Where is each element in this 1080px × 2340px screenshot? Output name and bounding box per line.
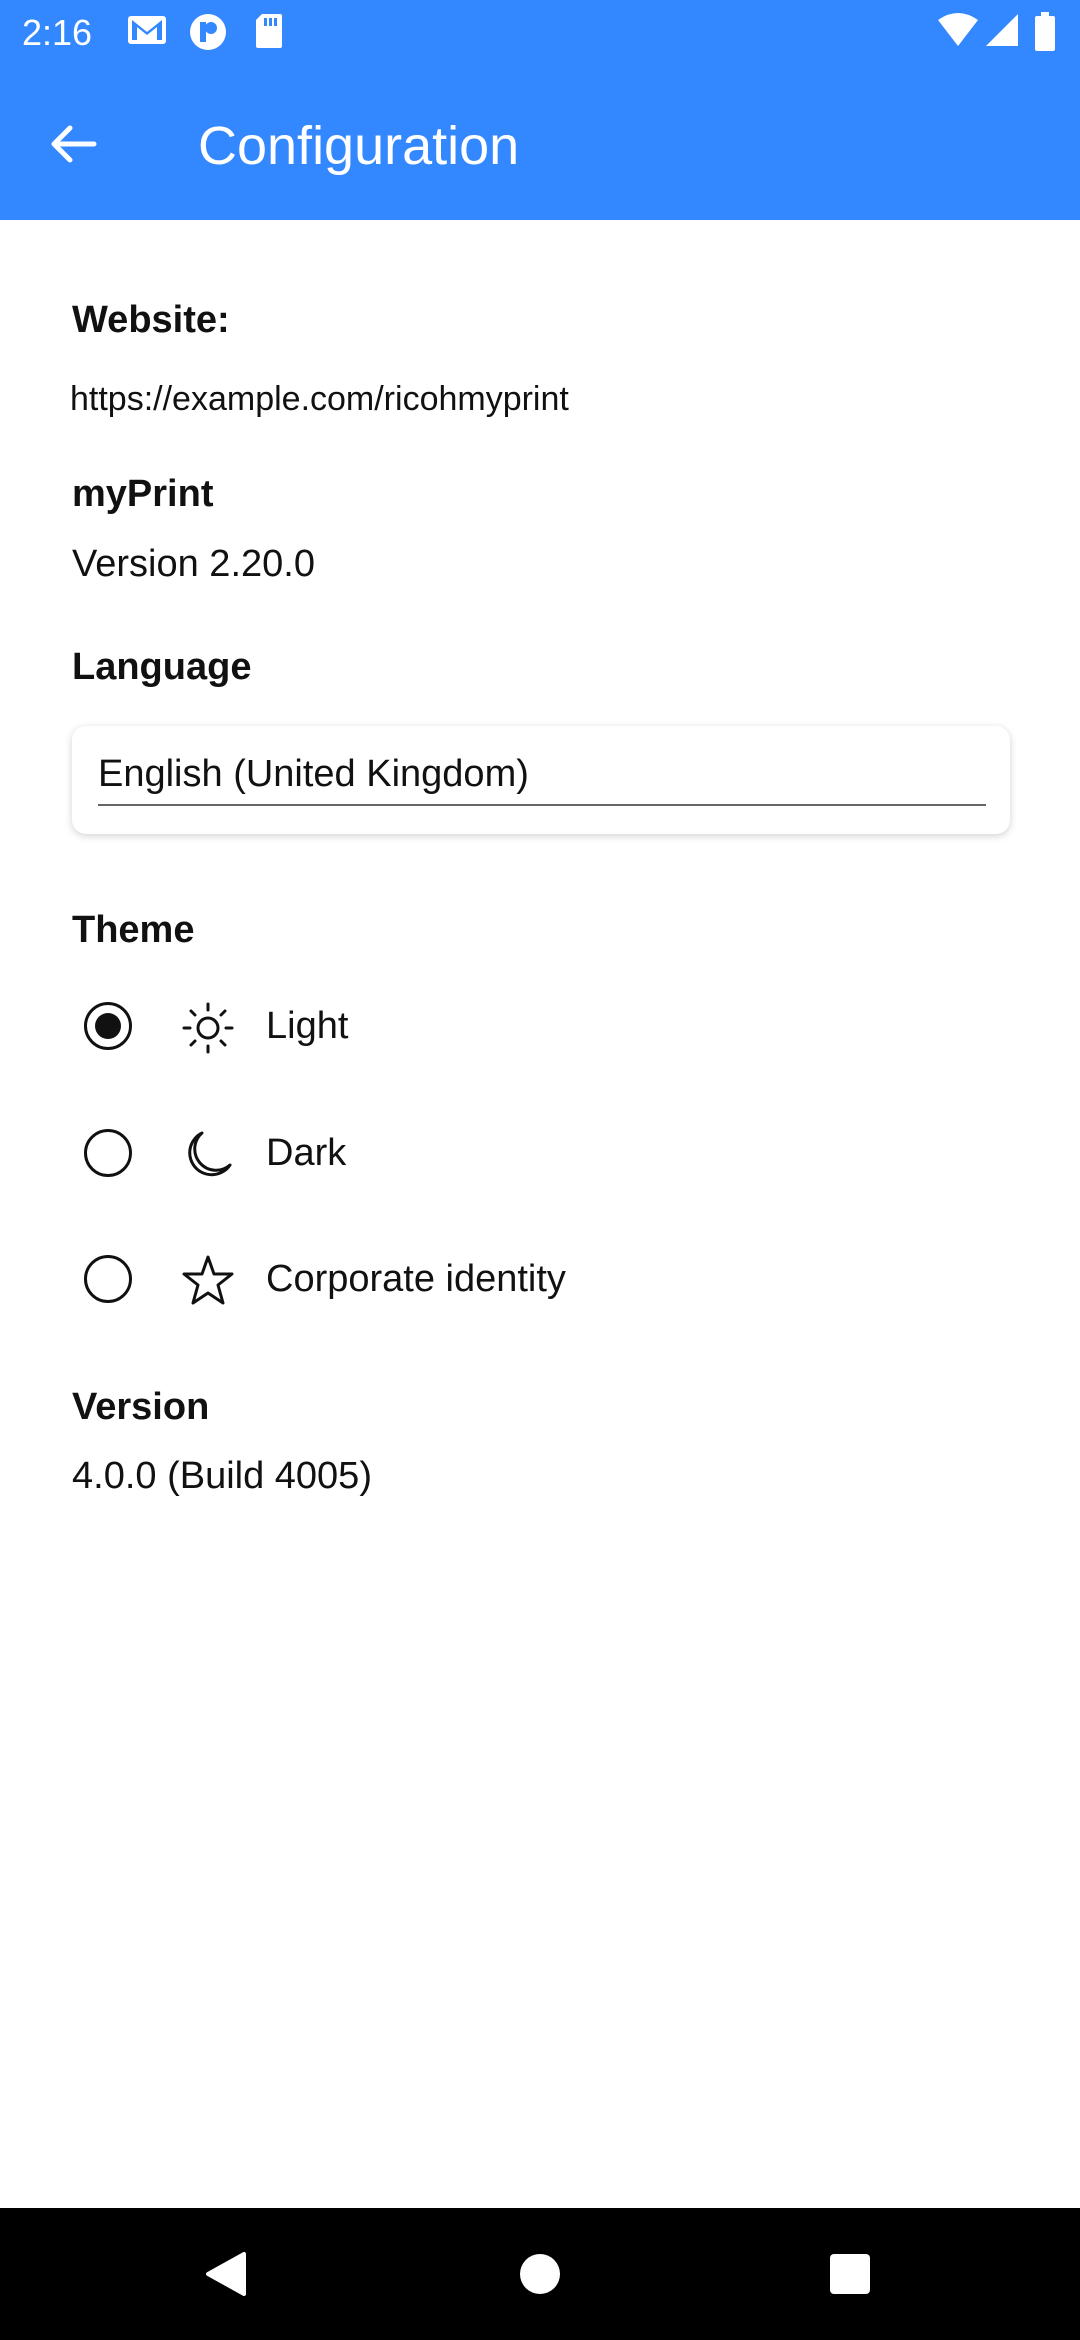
sun-icon [182, 1002, 234, 1054]
language-card: English (United Kingdom) [72, 726, 1010, 834]
website-label: Website: [72, 299, 230, 341]
radio-button-dark[interactable] [84, 1129, 132, 1177]
signal-icon [986, 14, 1018, 46]
radio-selected-dot [95, 1013, 121, 1039]
home-circle-icon [520, 2254, 560, 2294]
theme-option-label: Light [266, 1005, 349, 1047]
arrow-back-icon [51, 125, 97, 163]
back-triangle-icon [206, 2252, 246, 2296]
nav-back-button[interactable] [190, 2238, 262, 2310]
content-sheet [0, 236, 1080, 2208]
language-dropdown[interactable]: English (United Kingdom) [98, 746, 986, 806]
theme-option-corporate-identity[interactable]: Corporate identity [60, 1229, 960, 1329]
status-time: 2:16 [22, 12, 93, 53]
theme-label: Theme [72, 909, 195, 951]
nav-recents-button[interactable] [814, 2238, 886, 2310]
theme-option-label: Corporate identity [266, 1258, 566, 1300]
wifi-icon [938, 13, 978, 46]
version-label: Version [72, 1386, 210, 1428]
app-version-value: 4.0.0 (Build 4005) [72, 1455, 372, 1497]
theme-option-dark[interactable]: Dark [60, 1103, 960, 1203]
website-url-link[interactable]: https://example.com/ricohmyprint [70, 375, 569, 423]
radio-button-corporate-identity[interactable] [84, 1255, 132, 1303]
system-nav-bar [0, 2208, 1080, 2340]
recents-square-icon [830, 2254, 870, 2294]
sd-card-icon [256, 14, 282, 48]
page-title: Configuration [198, 116, 520, 176]
app-p-icon [190, 14, 226, 50]
gmail-icon [128, 16, 166, 44]
battery-icon [1035, 12, 1055, 51]
theme-option-light[interactable]: Light [60, 976, 960, 1076]
app-bar: Configuration [0, 66, 1080, 220]
language-label: Language [72, 646, 252, 688]
moon-icon [188, 1131, 232, 1177]
myprint-version: Version 2.20.0 [72, 543, 315, 585]
myprint-label: myPrint [72, 473, 214, 515]
back-button[interactable] [38, 108, 110, 180]
radio-button-light[interactable] [84, 1002, 132, 1050]
nav-home-button[interactable] [504, 2238, 576, 2310]
status-bar: 2:16 [0, 0, 1080, 66]
star-icon [182, 1255, 234, 1305]
theme-option-label: Dark [266, 1132, 347, 1174]
